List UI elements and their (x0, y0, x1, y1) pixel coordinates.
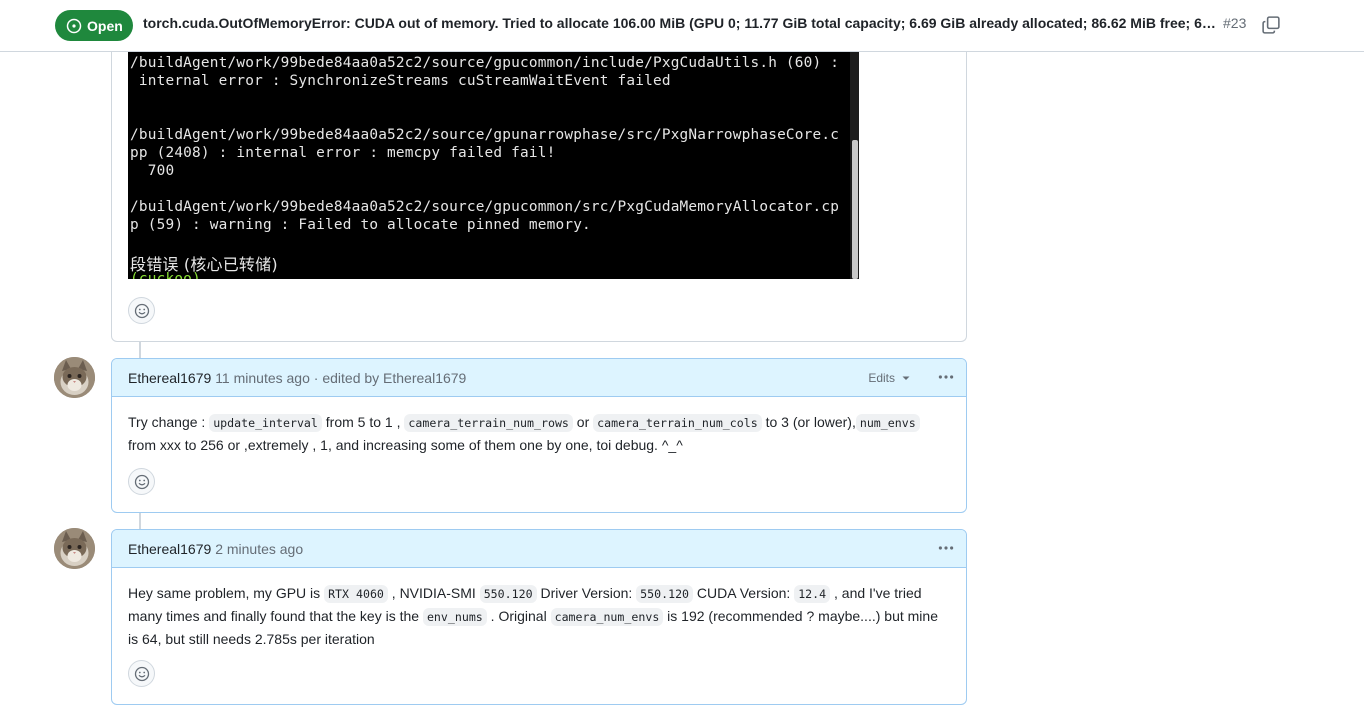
text: is 64, but still needs 2.785s per iterat… (128, 631, 375, 647)
text: . Original (486, 608, 551, 624)
terminal-line: /buildAgent/work/99bede84aa0a52c2/source… (130, 127, 840, 143)
comment-author-link[interactable]: Ethereal1679 (128, 541, 211, 557)
text: to 3 (or lower), (761, 414, 856, 430)
inline-code: camera_terrain_num_rows (404, 414, 573, 432)
issue-opened-icon (66, 18, 82, 33)
comment-timestamp[interactable]: 11 minutes ago (215, 370, 310, 386)
comment: Ethereal1679 2 minutes ago Hey same prob… (111, 529, 967, 705)
inline-code: num_envs (855, 414, 920, 432)
triangle-down-icon (902, 376, 910, 380)
issue-number: #23 (1223, 15, 1247, 31)
terminal-screenshot: /buildAgent/work/99bede84aa0a52c2/source… (128, 52, 859, 279)
smiley-icon (134, 474, 149, 489)
inline-code: env_nums (422, 608, 487, 626)
text: or (572, 414, 594, 430)
comment-body: Hey same problem, my GPU is RTX 4060 , N… (112, 568, 966, 650)
terminal-line: 700 (130, 163, 175, 179)
avatar[interactable] (54, 528, 95, 569)
text: , NVIDIA-SMI (387, 585, 480, 601)
text: Try change : (128, 414, 210, 430)
inline-code: 12.4 (794, 585, 831, 603)
text: , and I've tried (830, 585, 922, 601)
copy-icon[interactable] (1262, 16, 1280, 34)
comment-paragraph: Try change : update_interval from 5 to 1… (128, 411, 950, 456)
add-reaction-button[interactable] (128, 660, 155, 687)
timeline-connector (139, 342, 141, 358)
terminal-line: /buildAgent/work/99bede84aa0a52c2/source… (130, 55, 840, 71)
edits-dropdown[interactable]: Edits (868, 370, 914, 386)
comment-body: Try change : update_interval from 5 to 1… (112, 397, 966, 456)
comment-options-button[interactable] (936, 538, 956, 558)
terminal-scrollbar-thumb (852, 140, 858, 279)
status-label: Open (87, 17, 123, 34)
inline-code: camera_num_envs (550, 608, 664, 626)
text: many times and finally found that the ke… (128, 608, 423, 624)
comment-options-button[interactable] (936, 367, 956, 387)
terminal-line: pp (2408) : internal error : memcpy fail… (130, 145, 556, 161)
sticky-issue-header: Open torch.cuda.OutOfMemoryError: CUDA o… (0, 0, 1364, 52)
text: from 5 to 1 , (321, 414, 405, 430)
cat-avatar-icon (54, 357, 95, 398)
status-badge: Open (55, 10, 133, 41)
inline-code: update_interval (209, 414, 322, 432)
inline-code: camera_terrain_num_cols (593, 414, 762, 432)
timeline-connector (139, 513, 141, 529)
kebab-horizontal-icon (938, 375, 954, 379)
text: Hey same problem, my GPU is (128, 585, 325, 601)
add-reaction-button[interactable] (128, 297, 155, 324)
comment-header: Ethereal1679 11 minutes ago · edited by … (112, 359, 966, 397)
comment-edited-by: · edited by Ethereal1679 (313, 370, 467, 386)
avatar[interactable] (54, 357, 95, 398)
comment-header: Ethereal1679 2 minutes ago (112, 530, 966, 568)
smiley-icon (134, 666, 149, 681)
add-reaction-button[interactable] (128, 468, 155, 495)
issue-title: torch.cuda.OutOfMemoryError: CUDA out of… (143, 15, 1219, 31)
text: Driver Version: (536, 585, 637, 601)
comment-author-link[interactable]: Ethereal1679 (128, 370, 211, 386)
text: from xxx to 256 or ,extremely , 1, and i… (128, 437, 683, 453)
terminal-prompt-partial: (cuckoo) (130, 271, 272, 279)
comment-paragraph: Hey same problem, my GPU is RTX 4060 , N… (128, 582, 950, 650)
text: is 192 (recommended ? maybe....) but min… (663, 608, 938, 624)
comment: Ethereal1679 11 minutes ago · edited by … (111, 358, 967, 513)
inline-code: 550.120 (636, 585, 694, 603)
inline-code: 550.120 (479, 585, 537, 603)
comment-timestamp[interactable]: 2 minutes ago (215, 541, 303, 557)
kebab-horizontal-icon (938, 546, 954, 550)
cat-avatar-icon (54, 528, 95, 569)
terminal-line: p (59) : warning : Failed to allocate pi… (130, 217, 591, 233)
edits-label: Edits (868, 371, 895, 385)
inline-code: RTX 4060 (324, 585, 388, 603)
smiley-icon (134, 303, 149, 318)
terminal-line: /buildAgent/work/99bede84aa0a52c2/source… (130, 199, 840, 215)
text: CUDA Version: (693, 585, 795, 601)
terminal-line: internal error : SynchronizeStreams cuSt… (130, 73, 671, 89)
